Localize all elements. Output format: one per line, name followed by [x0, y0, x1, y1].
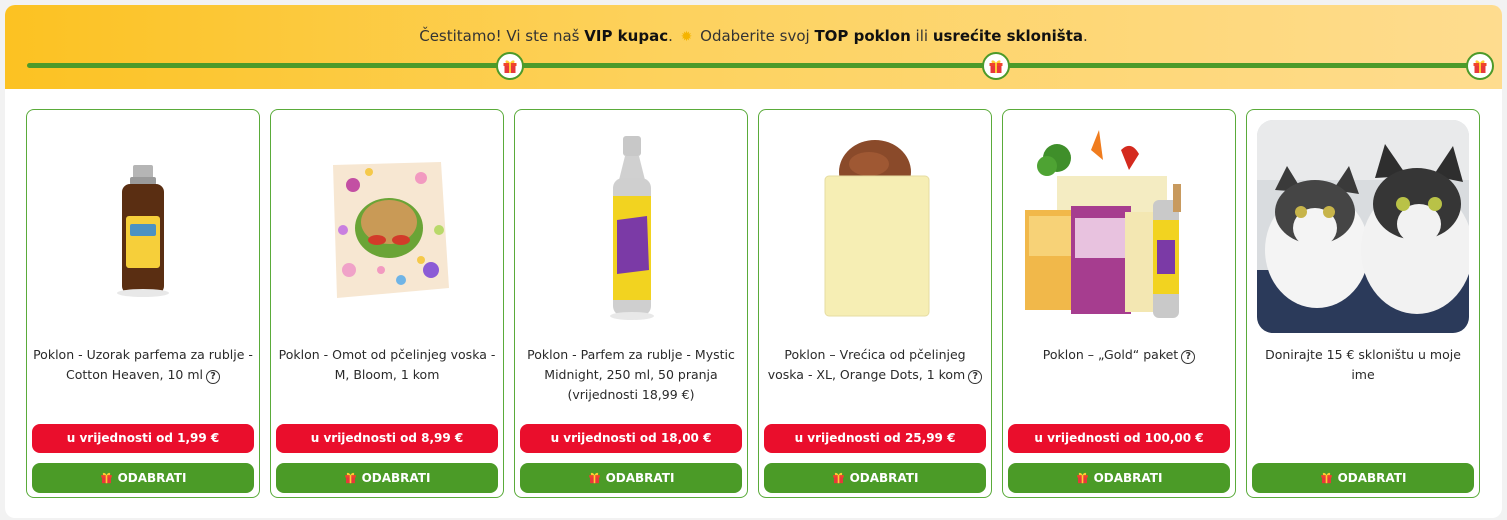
select-gift-button[interactable]: ODABRATI: [276, 463, 498, 493]
progress-track: [27, 63, 1484, 68]
vip-banner: Čestitamo! Vi ste naš VIP kupac. ✹ Odabe…: [5, 5, 1502, 89]
help-icon[interactable]: ?: [205, 370, 220, 384]
help-icon[interactable]: ?: [968, 370, 983, 384]
select-gift-label: ODABRATI: [1093, 471, 1163, 485]
price-badge: u vrijednosti od 25,99 €: [764, 424, 986, 453]
top-gift-label: TOP poklon: [814, 27, 911, 45]
shelter-cats-photo: [1257, 120, 1469, 333]
card-title: Poklon – „Gold“ paket?: [1009, 345, 1229, 365]
gift-icon: [344, 465, 357, 495]
select-gift-button[interactable]: ODABRATI: [1008, 463, 1230, 493]
gold-package-image: [1025, 130, 1181, 318]
price-badge: u vrijednosti od 8,99 €: [276, 424, 498, 453]
banner-text-5: .: [1083, 27, 1088, 45]
card-title-text: Poklon – Vrećica od pčelinjeg voska - XL…: [767, 347, 966, 382]
shelter-label: usrećite skloništa: [932, 27, 1083, 45]
milestone-gift-icon: [1466, 52, 1494, 80]
banner-text-4: ili: [910, 27, 933, 45]
sparkle-icon: ✹: [680, 29, 693, 45]
card-title: Poklon – Vrećica od pčelinjeg voska - XL…: [765, 345, 985, 385]
gift-selection-panel: Čestitamo! Vi ste naš VIP kupac. ✹ Odabe…: [5, 5, 1502, 518]
card-title-text: Poklon - Parfem za rublje - Mystic Midni…: [527, 347, 735, 402]
select-gift-label: ODABRATI: [117, 471, 187, 485]
gift-icon: [1320, 465, 1333, 495]
select-gift-label: ODABRATI: [605, 471, 675, 485]
card-title: Poklon - Omot od pčelinjeg voska - M, Bl…: [277, 345, 497, 385]
card-title: Poklon - Parfem za rublje - Mystic Midni…: [521, 345, 741, 405]
select-gift-label: ODABRATI: [1337, 471, 1407, 485]
perfume-sample-image: [117, 165, 169, 297]
card-title-text: Donirajte 15 € skloništu u moje ime: [1265, 347, 1461, 382]
select-gift-button[interactable]: ODABRATI: [520, 463, 742, 493]
select-gift-button[interactable]: ODABRATI: [32, 463, 254, 493]
gift-icon: [588, 465, 601, 495]
beeswax-wrap-image: [333, 162, 449, 298]
price-badge: u vrijednosti od 18,00 €: [520, 424, 742, 453]
select-gift-button[interactable]: ODABRATI: [1252, 463, 1474, 493]
card-title-text: Poklon - Omot od pčelinjeg voska - M, Bl…: [278, 347, 496, 382]
price-badge: u vrijednosti od 1,99 €: [32, 424, 254, 453]
gift-icon: [1076, 465, 1089, 495]
laundry-perfume-bottle-image: [610, 136, 654, 320]
card-title: Donirajte 15 € skloništu u moje ime: [1253, 345, 1473, 385]
milestone-gift-icon: [982, 52, 1010, 80]
gift-card: Poklon – „Gold“ paket? u vrijednosti od …: [1002, 109, 1236, 498]
beeswax-bag-image: [824, 140, 930, 317]
vip-label: VIP kupac: [584, 27, 669, 45]
gift-card: Poklon - Parfem za rublje - Mystic Midni…: [514, 109, 748, 498]
banner-text-1: Čestitamo! Vi ste naš: [419, 27, 585, 45]
gift-card: Donirajte 15 € skloništu u moje ime ODAB…: [1246, 109, 1480, 498]
gift-card: Poklon - Uzorak parfema za rublje - Cott…: [26, 109, 260, 498]
select-gift-button[interactable]: ODABRATI: [764, 463, 986, 493]
card-title: Poklon - Uzorak parfema za rublje - Cott…: [33, 345, 253, 385]
gift-icon: [100, 465, 113, 495]
select-gift-label: ODABRATI: [849, 471, 919, 485]
gift-card: Poklon – Vrećica od pčelinjeg voska - XL…: [758, 109, 992, 498]
banner-text-3: Odaberite svoj: [695, 27, 815, 45]
banner-text-2: .: [668, 27, 678, 45]
card-title-text: Poklon – „Gold“ paket: [1042, 347, 1179, 362]
help-icon[interactable]: ?: [1181, 350, 1196, 364]
gift-card: Poklon - Omot od pčelinjeg voska - M, Bl…: [270, 109, 504, 498]
select-gift-label: ODABRATI: [361, 471, 431, 485]
price-badge: u vrijednosti od 100,00 €: [1008, 424, 1230, 453]
banner-message: Čestitamo! Vi ste naš VIP kupac. ✹ Odabe…: [5, 27, 1502, 45]
gift-icon: [832, 465, 845, 495]
milestone-gift-icon: [496, 52, 524, 80]
